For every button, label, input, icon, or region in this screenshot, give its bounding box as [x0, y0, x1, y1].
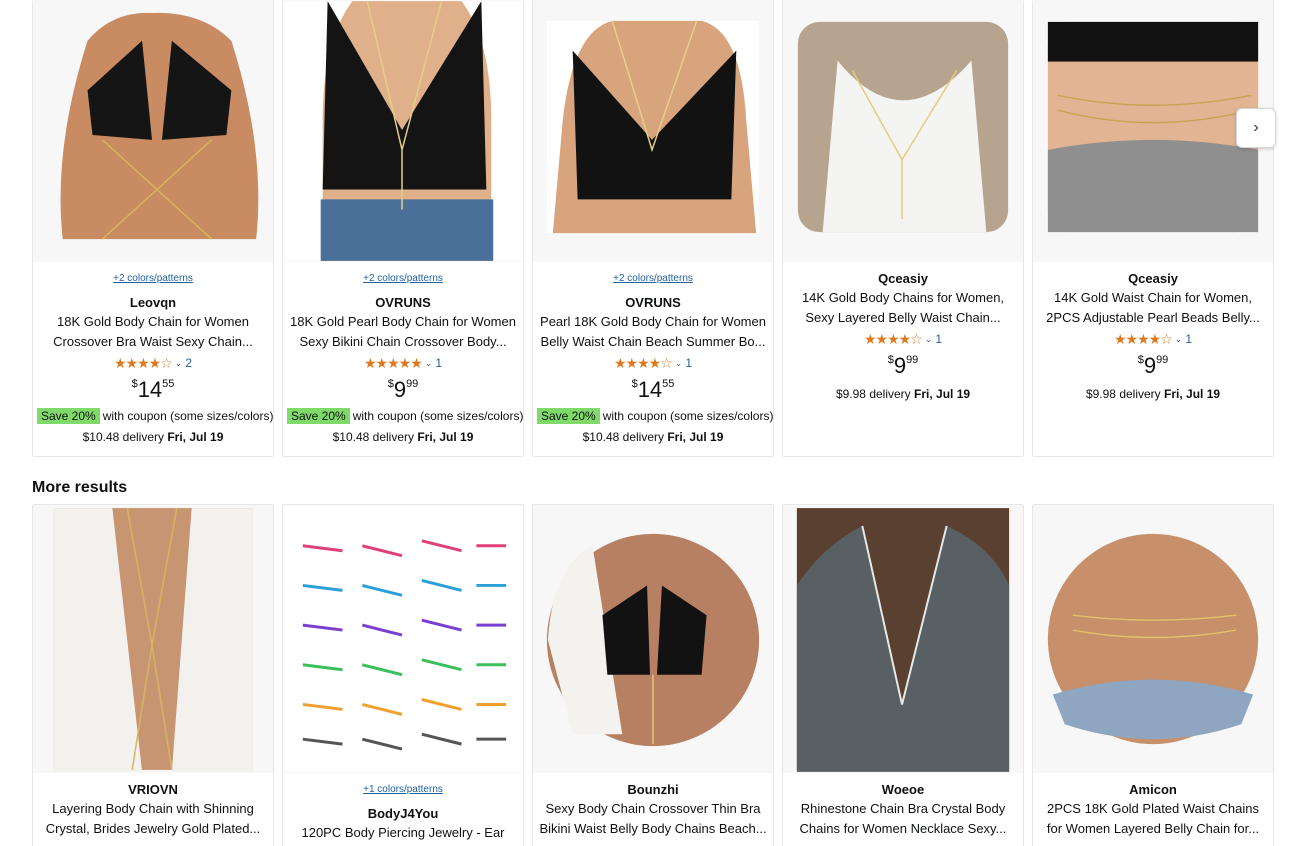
- price[interactable]: $ 9 99: [787, 352, 1019, 382]
- rating-row[interactable]: ★★★★☆ ⌄ 2: [37, 352, 269, 374]
- price[interactable]: $ 14 55: [37, 376, 269, 406]
- product-title[interactable]: Pearl 18K Gold Body Chain for Women Bell…: [537, 312, 769, 352]
- delivery-info: $10.48 delivery Fri, Jul 19: [82, 430, 224, 444]
- product-card[interactable]: +1 colors/patterns BodyJ4You 120PC Body …: [282, 504, 524, 846]
- brand-name: Bounzhi: [627, 782, 679, 797]
- product-card[interactable]: Bounzhi Sexy Body Chain Crossover Thin B…: [532, 504, 774, 846]
- chevron-down-icon[interactable]: ⌄: [675, 353, 683, 373]
- brand-name: Qceasiy: [878, 271, 928, 286]
- product-image[interactable]: [533, 505, 773, 773]
- product-card[interactable]: +2 colors/patterns OVRUNS Pearl 18K Gold…: [532, 0, 774, 457]
- brand-name: BodyJ4You: [367, 806, 439, 821]
- section-title-more-results: More results: [32, 479, 128, 496]
- coupon-text: with coupon (some sizes/colors): [602, 409, 774, 423]
- star-rating-icon: ★★★★★: [364, 355, 423, 371]
- chevron-right-icon: ›: [1253, 119, 1259, 136]
- product-image[interactable]: [1033, 505, 1273, 773]
- brand-name: OVRUNS: [375, 295, 431, 310]
- results-row-more: VRIOVN Layering Body Chain with Shinning…: [32, 504, 1274, 846]
- product-card[interactable]: Qceasiy 14K Gold Waist Chain for Women, …: [1032, 0, 1274, 457]
- product-image[interactable]: [533, 0, 773, 262]
- rating-row[interactable]: ★★★★☆ ⌄ 1: [537, 352, 769, 374]
- chevron-down-icon[interactable]: ⌄: [925, 329, 933, 349]
- star-rating-icon: ★★★★☆: [114, 355, 173, 371]
- coupon-text: with coupon (some sizes/colors): [102, 409, 274, 423]
- product-image[interactable]: [33, 505, 273, 773]
- coupon-row: Save 20% with coupon (some sizes/colors): [537, 407, 773, 425]
- price[interactable]: $ 9 99: [287, 376, 519, 406]
- product-title[interactable]: 18K Gold Body Chain for Women Crossover …: [37, 312, 269, 352]
- brand-name: VRIOVN: [128, 782, 178, 797]
- rating-row[interactable]: ★★★★★ ⌄ 1: [287, 352, 519, 374]
- coupon-badge: Save 20%: [37, 408, 100, 424]
- product-image[interactable]: [283, 0, 523, 262]
- product-title[interactable]: 14K Gold Body Chains for Women, Sexy Lay…: [787, 288, 1019, 328]
- chevron-down-icon[interactable]: ⌄: [1175, 329, 1183, 349]
- brand-name: Leovqn: [129, 295, 177, 310]
- carousel-next-button[interactable]: ›: [1236, 108, 1276, 148]
- product-card[interactable]: +2 colors/patterns Leovqn 18K Gold Body …: [32, 0, 274, 457]
- product-image[interactable]: [783, 505, 1023, 773]
- product-title[interactable]: Layering Body Chain with Shinning Crysta…: [37, 799, 269, 839]
- star-rating-icon: ★★★★☆: [614, 355, 673, 371]
- colors-patterns-link[interactable]: +2 colors/patterns: [537, 272, 769, 286]
- product-card[interactable]: VRIOVN Layering Body Chain with Shinning…: [32, 504, 274, 846]
- product-title[interactable]: 14K Gold Waist Chain for Women, 2PCS Adj…: [1037, 288, 1269, 328]
- brand-name: OVRUNS: [625, 295, 681, 310]
- coupon-text: with coupon (some sizes/colors): [352, 409, 524, 423]
- price[interactable]: $ 9 99: [1037, 352, 1269, 382]
- product-title[interactable]: 18K Gold Pearl Body Chain for Women Sexy…: [287, 312, 519, 352]
- price[interactable]: $ 14 55: [537, 376, 769, 406]
- chevron-down-icon[interactable]: ⌄: [175, 353, 183, 373]
- product-image[interactable]: [783, 0, 1023, 262]
- coupon-badge: Save 20%: [537, 408, 600, 424]
- colors-patterns-link[interactable]: +2 colors/patterns: [287, 272, 519, 286]
- coupon-row: Save 20% with coupon (some sizes/colors): [287, 407, 523, 425]
- rating-count[interactable]: 1: [935, 329, 942, 349]
- brand-name: Amicon: [1129, 782, 1177, 797]
- rating-row[interactable]: ★★★★☆ ⌄ 1: [787, 328, 1019, 350]
- delivery-info: $9.98 delivery Fri, Jul 19: [1085, 387, 1221, 401]
- results-row-top: +2 colors/patterns Leovqn 18K Gold Body …: [32, 0, 1274, 457]
- chevron-down-icon[interactable]: ⌄: [425, 353, 433, 373]
- product-title[interactable]: Sexy Body Chain Crossover Thin Bra Bikin…: [537, 799, 769, 839]
- rating-count[interactable]: 1: [1185, 329, 1192, 349]
- star-rating-icon: ★★★★☆: [864, 331, 923, 347]
- coupon-badge: Save 20%: [287, 408, 350, 424]
- colors-patterns-link[interactable]: +2 colors/patterns: [37, 272, 269, 286]
- delivery-info: $9.98 delivery Fri, Jul 19: [835, 387, 971, 401]
- brand-name: Woeoe: [881, 782, 925, 797]
- brand-name: Qceasiy: [1128, 271, 1178, 286]
- product-image[interactable]: [33, 0, 273, 262]
- colors-patterns-link[interactable]: +1 colors/patterns: [287, 783, 519, 797]
- delivery-info: $10.48 delivery Fri, Jul 19: [582, 430, 724, 444]
- rating-row[interactable]: ★★★★☆ ⌄ 1: [1037, 328, 1269, 350]
- coupon-row: Save 20% with coupon (some sizes/colors): [37, 407, 273, 425]
- product-card[interactable]: Woeoe Rhinestone Chain Bra Crystal Body …: [782, 504, 1024, 846]
- product-card[interactable]: +2 colors/patterns OVRUNS 18K Gold Pearl…: [282, 0, 524, 457]
- delivery-info: $10.48 delivery Fri, Jul 19: [332, 430, 474, 444]
- star-rating-icon: ★★★★☆: [1114, 331, 1173, 347]
- product-card[interactable]: Amicon 2PCS 18K Gold Plated Waist Chains…: [1032, 504, 1274, 846]
- product-title[interactable]: 120PC Body Piercing Jewelry - Ear: [287, 823, 519, 846]
- product-image[interactable]: [283, 505, 523, 773]
- rating-count[interactable]: 1: [685, 353, 692, 373]
- product-card[interactable]: Qceasiy 14K Gold Body Chains for Women, …: [782, 0, 1024, 457]
- rating-count[interactable]: 2: [185, 353, 192, 373]
- product-title[interactable]: 2PCS 18K Gold Plated Waist Chains for Wo…: [1037, 799, 1269, 839]
- rating-count[interactable]: 1: [435, 353, 442, 373]
- product-title[interactable]: Rhinestone Chain Bra Crystal Body Chains…: [787, 799, 1019, 839]
